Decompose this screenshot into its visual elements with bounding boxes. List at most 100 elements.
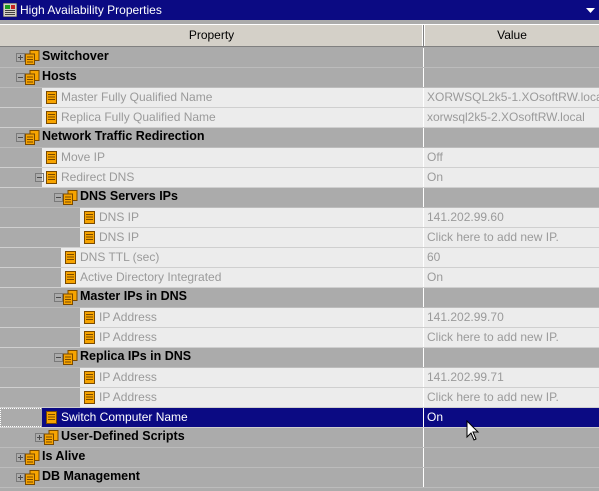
property-group-row[interactable]: Replica IPs in DNS xyxy=(0,348,599,368)
property-value: On xyxy=(427,410,444,424)
expand-icon[interactable] xyxy=(16,453,25,462)
property-group-row[interactable]: Is Alive xyxy=(0,448,599,468)
property-row[interactable]: Master Fully Qualified Name XORWSQL2k5-1.… xyxy=(0,88,599,108)
property-row[interactable]: IP Address Click here to add new IP. xyxy=(0,388,599,408)
expand-icon[interactable] xyxy=(35,433,44,442)
value-cell[interactable]: XORWSQL2k5-1.XOsoftRW.local xyxy=(423,88,599,107)
property-row[interactable]: Redirect DNS On xyxy=(0,168,599,188)
property-cell[interactable]: DB Management xyxy=(0,468,423,487)
value-cell[interactable]: On xyxy=(423,168,599,187)
value-cell[interactable]: Off xyxy=(423,148,599,167)
value-cell xyxy=(423,48,599,67)
property-cell[interactable]: Switch Computer Name xyxy=(0,408,423,427)
value-cell[interactable]: 60 xyxy=(423,248,599,267)
property-cell[interactable]: Network Traffic Redirection xyxy=(0,128,423,147)
property-group-icon xyxy=(25,130,40,145)
property-group-row[interactable]: Hosts xyxy=(0,68,599,88)
property-cell[interactable]: IP Address xyxy=(0,368,423,387)
property-cell[interactable]: Active Directory Integrated xyxy=(0,268,423,287)
property-item-icon xyxy=(46,411,57,424)
collapse-icon[interactable] xyxy=(54,193,63,202)
collapse-icon[interactable] xyxy=(16,73,25,82)
property-cell[interactable]: Switchover xyxy=(0,48,423,67)
property-group-icon xyxy=(25,470,40,485)
row-divider xyxy=(0,487,599,488)
value-cell-fill xyxy=(424,168,599,187)
property-cell[interactable]: Replica Fully Qualified Name xyxy=(0,108,423,127)
collapse-icon[interactable] xyxy=(54,353,63,362)
property-cell[interactable]: DNS IP xyxy=(0,228,423,247)
collapse-icon[interactable] xyxy=(35,173,44,182)
value-cell[interactable]: On xyxy=(423,408,599,427)
property-group-row[interactable]: DB Management xyxy=(0,468,599,488)
column-header-property[interactable]: Property xyxy=(0,25,424,46)
property-cell[interactable]: Is Alive xyxy=(0,448,423,467)
property-label: Replica IPs in DNS xyxy=(80,349,192,363)
property-label: IP Address xyxy=(99,390,157,404)
property-cell[interactable]: IP Address xyxy=(0,308,423,327)
value-cell-fill xyxy=(424,268,599,287)
property-label: Move IP xyxy=(61,150,106,164)
property-cell[interactable]: Master IPs in DNS xyxy=(0,288,423,307)
property-label: DNS TTL (sec) xyxy=(80,250,160,264)
collapse-icon[interactable] xyxy=(54,293,63,302)
property-cell[interactable]: Move IP xyxy=(0,148,423,167)
property-cell[interactable]: Replica IPs in DNS xyxy=(0,348,423,367)
property-row[interactable]: Move IP Off xyxy=(0,148,599,168)
value-cell[interactable]: On xyxy=(423,268,599,287)
property-group-row[interactable]: Master IPs in DNS xyxy=(0,288,599,308)
expand-icon[interactable] xyxy=(16,473,25,482)
property-value: Click here to add new IP. xyxy=(427,330,559,344)
property-group-row[interactable]: DNS Servers IPs xyxy=(0,188,599,208)
property-row[interactable]: Replica Fully Qualified Name xorwsql2k5-2… xyxy=(0,108,599,128)
property-item-icon xyxy=(46,91,57,104)
value-cell xyxy=(423,188,599,207)
value-cell xyxy=(423,428,599,447)
property-row[interactable]: DNS TTL (sec) 60 xyxy=(0,248,599,268)
property-cell[interactable]: Redirect DNS xyxy=(0,168,423,187)
value-cell[interactable]: 141.202.99.71 xyxy=(423,368,599,387)
value-cell xyxy=(423,288,599,307)
property-item-icon xyxy=(65,251,76,264)
property-row[interactable]: DNS IP Click here to add new IP. xyxy=(0,228,599,248)
property-group-row[interactable]: Network Traffic Redirection xyxy=(0,128,599,148)
property-row[interactable]: Active Directory Integrated On xyxy=(0,268,599,288)
value-cell xyxy=(423,468,599,487)
property-label: DNS IP xyxy=(99,210,140,224)
value-cell[interactable]: 141.202.99.60 xyxy=(423,208,599,227)
property-cell[interactable]: Master Fully Qualified Name xyxy=(0,88,423,107)
property-value: Click here to add new IP. xyxy=(427,230,559,244)
property-cell[interactable]: DNS Servers IPs xyxy=(0,188,423,207)
column-header-value[interactable]: Value xyxy=(424,25,599,46)
value-cell[interactable]: 141.202.99.70 xyxy=(423,308,599,327)
chevron-down-icon[interactable] xyxy=(585,4,596,16)
property-value: 141.202.99.70 xyxy=(427,310,504,324)
property-row[interactable]: IP Address 141.202.99.70 xyxy=(0,308,599,328)
property-cell[interactable]: DNS TTL (sec) xyxy=(0,248,423,267)
window-title: High Availability Properties xyxy=(20,3,162,17)
collapse-icon[interactable] xyxy=(16,133,25,142)
property-item-icon xyxy=(84,331,95,344)
property-group-row[interactable]: Switchover xyxy=(0,48,599,68)
expand-icon[interactable] xyxy=(16,53,25,62)
property-row[interactable]: DNS IP 141.202.99.60 xyxy=(0,208,599,228)
property-cell[interactable]: IP Address xyxy=(0,388,423,407)
value-cell[interactable]: Click here to add new IP. xyxy=(423,388,599,407)
property-cell[interactable]: DNS IP xyxy=(0,208,423,227)
property-group-icon xyxy=(25,450,40,465)
value-cell[interactable]: xorwsql2k5-2.XOsoftRW.local xyxy=(423,108,599,127)
property-group-row[interactable]: User-Defined Scripts xyxy=(0,428,599,448)
property-cell[interactable]: Hosts xyxy=(0,68,423,87)
property-cell[interactable]: User-Defined Scripts xyxy=(0,428,423,447)
property-label: Switch Computer Name xyxy=(61,410,188,424)
property-value: Off xyxy=(427,150,443,164)
property-row[interactable]: IP Address Click here to add new IP. xyxy=(0,328,599,348)
property-cell[interactable]: IP Address xyxy=(0,328,423,347)
property-label: DB Management xyxy=(42,469,140,483)
property-row[interactable]: Switch Computer Name On xyxy=(0,408,599,428)
property-item-icon xyxy=(84,231,95,244)
property-row[interactable]: IP Address 141.202.99.71 xyxy=(0,368,599,388)
property-item-icon xyxy=(84,371,95,384)
value-cell[interactable]: Click here to add new IP. xyxy=(423,328,599,347)
value-cell[interactable]: Click here to add new IP. xyxy=(423,228,599,247)
